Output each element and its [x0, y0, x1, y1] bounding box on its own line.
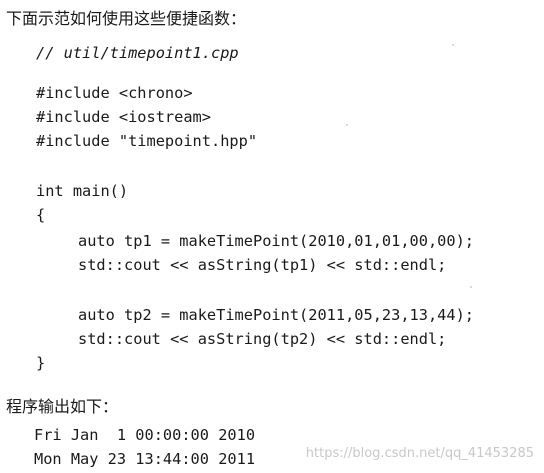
code-line: auto tp1 = makeTimePoint(2010,01,01,00,0… — [78, 232, 475, 250]
output-heading: 程序输出如下： — [6, 397, 119, 416]
code-line: std::cout << asString(tp1) << std::endl; — [78, 256, 447, 274]
output-line: Mon May 23 13:44:00 2011 — [34, 450, 256, 468]
book-page: 下面示范如何使用这些便捷函数： // util/timepoint1.cpp #… — [0, 0, 544, 473]
include-line: #include "timepoint.hpp" — [36, 132, 258, 150]
scan-speck — [346, 124, 348, 126]
code-line: auto tp2 = makeTimePoint(2011,05,23,13,4… — [78, 306, 475, 324]
main-signature: int main() — [36, 182, 129, 200]
scan-speck — [452, 44, 454, 46]
close-brace: } — [36, 354, 46, 372]
watermark: https://blog.csdn.net/qq_41453285 — [305, 446, 534, 461]
code-comment: // util/timepoint1.cpp — [36, 44, 239, 62]
output-line: Fri Jan 1 00:00:00 2010 — [34, 426, 256, 444]
scan-speck — [470, 286, 472, 288]
include-line: #include <iostream> — [36, 108, 211, 126]
include-line: #include <chrono> — [36, 84, 193, 102]
intro-text: 下面示范如何使用这些便捷函数： — [6, 9, 247, 28]
code-line: std::cout << asString(tp2) << std::endl; — [78, 330, 447, 348]
open-brace: { — [36, 206, 46, 224]
